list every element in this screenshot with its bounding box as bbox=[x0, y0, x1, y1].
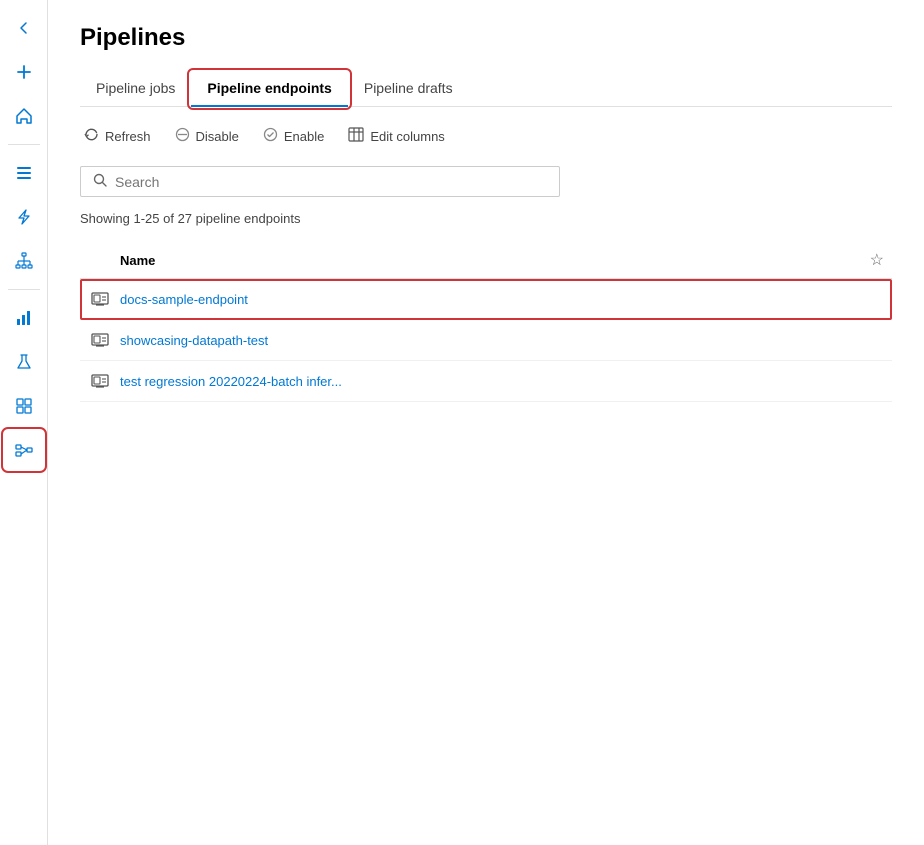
edit-columns-icon bbox=[348, 127, 364, 146]
search-box[interactable] bbox=[80, 166, 560, 197]
search-icon bbox=[93, 173, 107, 190]
sidebar-item-back[interactable] bbox=[4, 8, 44, 48]
column-name-header: Name bbox=[80, 253, 870, 268]
sidebar bbox=[0, 0, 48, 845]
sidebar-item-pipeline[interactable] bbox=[4, 430, 44, 470]
row-name[interactable]: test regression 20220224-batch infer... bbox=[120, 374, 892, 389]
refresh-button[interactable]: Refresh bbox=[80, 123, 155, 150]
sidebar-item-hierarchy[interactable] bbox=[4, 241, 44, 281]
toolbar: Refresh Disable Enable Edit bbox=[80, 123, 892, 150]
endpoint-icon bbox=[80, 332, 120, 348]
row-name[interactable]: showcasing-datapath-test bbox=[120, 333, 892, 348]
edit-columns-label: Edit columns bbox=[370, 129, 444, 144]
search-input[interactable] bbox=[115, 174, 547, 190]
row-name[interactable]: docs-sample-endpoint bbox=[120, 292, 892, 307]
refresh-icon bbox=[84, 127, 99, 146]
tab-pipeline-jobs[interactable]: Pipeline jobs bbox=[80, 72, 191, 106]
main-content: Pipelines Pipeline jobs Pipeline endpoin… bbox=[48, 0, 924, 845]
sidebar-item-lightning[interactable] bbox=[4, 197, 44, 237]
disable-button[interactable]: Disable bbox=[171, 123, 243, 150]
table-row[interactable]: showcasing-datapath-test bbox=[80, 320, 892, 361]
count-text: Showing 1-25 of 27 pipeline endpoints bbox=[80, 211, 892, 226]
sidebar-item-lab[interactable] bbox=[4, 342, 44, 382]
sidebar-divider-2 bbox=[8, 289, 40, 290]
sidebar-divider-1 bbox=[8, 144, 40, 145]
tab-pipeline-endpoints[interactable]: Pipeline endpoints bbox=[191, 72, 347, 106]
sidebar-item-list[interactable] bbox=[4, 153, 44, 193]
tabs-bar: Pipeline jobs Pipeline endpoints Pipelin… bbox=[80, 72, 892, 107]
refresh-label: Refresh bbox=[105, 129, 151, 144]
enable-button[interactable]: Enable bbox=[259, 123, 328, 150]
tab-pipeline-drafts[interactable]: Pipeline drafts bbox=[348, 72, 469, 106]
page-title: Pipelines bbox=[80, 24, 892, 52]
sidebar-item-add[interactable] bbox=[4, 52, 44, 92]
sidebar-item-home[interactable] bbox=[4, 96, 44, 136]
disable-label: Disable bbox=[196, 129, 239, 144]
sidebar-item-dashboard[interactable] bbox=[4, 386, 44, 426]
table-row[interactable]: test regression 20220224-batch infer... bbox=[80, 361, 892, 402]
favorite-column-header[interactable]: ☆ bbox=[870, 250, 892, 270]
table-header: Name ☆ bbox=[80, 242, 892, 279]
endpoint-icon bbox=[80, 291, 120, 307]
sidebar-item-chart[interactable] bbox=[4, 298, 44, 338]
table-row[interactable]: docs-sample-endpoint bbox=[80, 279, 892, 320]
endpoint-icon bbox=[80, 373, 120, 389]
enable-icon bbox=[263, 127, 278, 146]
enable-label: Enable bbox=[284, 129, 324, 144]
edit-columns-button[interactable]: Edit columns bbox=[344, 123, 448, 150]
disable-icon bbox=[175, 127, 190, 146]
